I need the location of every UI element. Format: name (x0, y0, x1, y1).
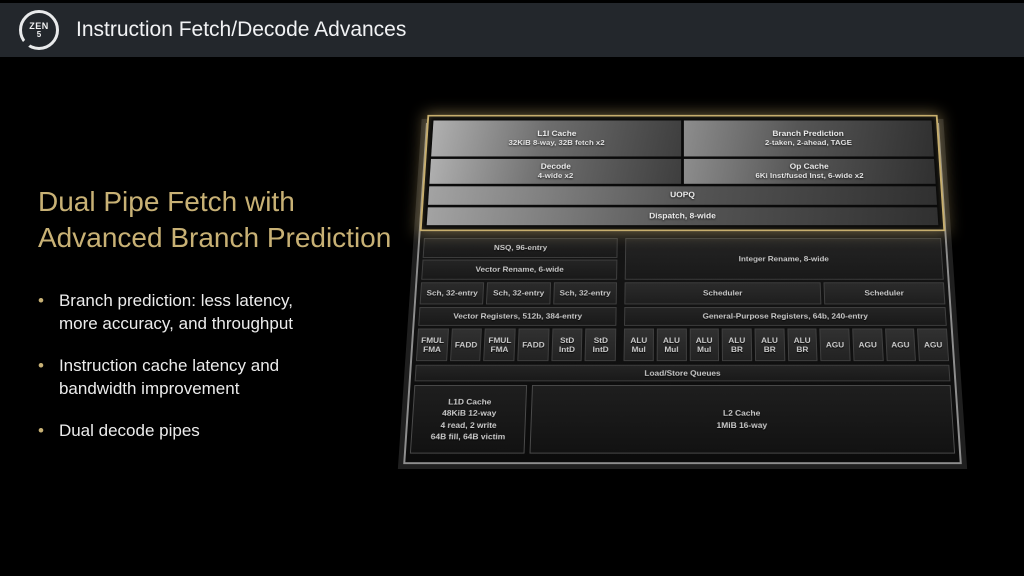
vector-scheduler-row: Sch, 32-entry Sch, 32-entry Sch, 32-entr… (419, 282, 618, 305)
agu-unit: AGU (884, 328, 917, 362)
op-cache-sub: 6Ki Inst/fused Inst, 6-wide x2 (755, 171, 864, 180)
execution-section: NSQ, 96-entry Vector Rename, 6-wide Sch,… (415, 238, 950, 362)
zen5-logo-icon: ZEN 5 (19, 10, 59, 50)
slide-title: Dual Pipe Fetch with Advanced Branch Pre… (38, 186, 392, 253)
diagram-perspective: L1I Cache 32KiB 8-way, 32B fetch x2 Bran… (399, 114, 966, 467)
uopq-block: UOPQ (428, 186, 937, 205)
cache-row: L1D Cache 48KiB 12-way 4 read, 2 write 6… (409, 385, 956, 454)
l2-cache-block: L2 Cache 1MiB 16-way (529, 385, 956, 454)
bullet-item: Instruction cache latency and bandwidth … (38, 355, 293, 400)
std-intd-unit: StD IntD (584, 328, 617, 362)
integer-column: Integer Rename, 8-wide Scheduler Schedul… (623, 238, 950, 362)
gp-registers-block: General-Purpose Registers, 64b, 240-entr… (624, 307, 947, 326)
op-cache-title: Op Cache (789, 162, 829, 171)
fetch-row-1: L1I Cache 32KiB 8-way, 32B fetch x2 Bran… (431, 120, 934, 157)
bullet-item: Branch prediction: less latency, more ac… (38, 290, 293, 335)
l1i-cache-title: L1I Cache (537, 129, 577, 138)
page-title: Instruction Fetch/Decode Advances (76, 18, 407, 41)
decode-title: Decode (540, 162, 572, 171)
alu-br-unit: ALU BR (786, 328, 818, 362)
bullet-list: Branch prediction: less latency, more ac… (38, 290, 293, 463)
integer-units-row: ALU Mul ALU Mul ALU Mul ALU BR ALU BR AL… (623, 328, 950, 362)
l1i-cache-block: L1I Cache 32KiB 8-way, 32B fetch x2 (431, 120, 682, 157)
alu-br-unit: ALU BR (721, 328, 753, 362)
branch-prediction-block: Branch Prediction 2-taken, 2-ahead, TAGE (683, 120, 934, 157)
vector-column: NSQ, 96-entry Vector Rename, 6-wide Sch,… (415, 238, 618, 362)
integer-scheduler-block: Scheduler (823, 282, 946, 305)
fadd-unit: FADD (449, 328, 483, 362)
decode-sub: 4-wide x2 (537, 171, 574, 180)
decode-block: Decode 4-wide x2 (429, 158, 682, 184)
fetch-decode-highlight-section: L1I Cache 32KiB 8-way, 32B fetch x2 Bran… (419, 114, 946, 232)
agu-unit: AGU (917, 328, 950, 362)
dispatch-block: Dispatch, 8-wide (426, 206, 939, 226)
vector-scheduler-block: Sch, 32-entry (552, 282, 618, 305)
bullet-text: Instruction cache latency and bandwidth … (58, 356, 280, 398)
std-intd-unit: StD IntD (551, 328, 583, 362)
nsq-block: NSQ, 96-entry (422, 238, 618, 258)
op-cache-block: Op Cache 6Ki Inst/fused Inst, 6-wide x2 (683, 158, 936, 184)
vector-scheduler-block: Sch, 32-entry (419, 282, 485, 305)
l1i-cache-sub: 32KiB 8-way, 32B fetch x2 (508, 138, 605, 147)
alu-mul-unit: ALU Mul (689, 328, 720, 362)
vector-scheduler-block: Sch, 32-entry (486, 282, 551, 305)
agu-unit: AGU (852, 328, 884, 362)
alu-mul-unit: ALU Mul (623, 328, 654, 362)
bullet-item: Dual decode pipes (38, 420, 293, 443)
bullet-text: Dual decode pipes (58, 421, 200, 440)
logo-text-5: 5 (36, 29, 42, 39)
load-store-queues-block: Load/Store Queues (414, 364, 951, 382)
vector-rename-block: Vector Rename, 6-wide (421, 259, 618, 280)
fmul-fma-unit: FMUL FMA (483, 328, 516, 362)
alu-br-unit: ALU BR (754, 328, 785, 362)
integer-scheduler-block: Scheduler (624, 282, 822, 305)
fmul-fma-unit: FMUL FMA (415, 328, 449, 362)
integer-scheduler-row: Scheduler Scheduler (624, 282, 946, 305)
vector-registers-block: Vector Registers, 512b, 384-entry (418, 307, 617, 326)
fadd-unit: FADD (517, 328, 550, 362)
alu-mul-unit: ALU Mul (656, 328, 687, 362)
integer-rename-block: Integer Rename, 8-wide (624, 238, 944, 280)
agu-unit: AGU (819, 328, 851, 362)
bullet-text: Branch prediction: less latency, more ac… (58, 291, 293, 333)
l1d-cache-block: L1D Cache 48KiB 12-way 4 read, 2 write 6… (409, 385, 527, 454)
dispatch-label: Dispatch, 8-wide (649, 211, 716, 220)
uopq-label: UOPQ (670, 190, 695, 200)
branch-prediction-sub: 2-taken, 2-ahead, TAGE (764, 138, 853, 147)
header-bar: ZEN 5 Instruction Fetch/Decode Advances (0, 3, 1024, 57)
branch-prediction-title: Branch Prediction (772, 129, 844, 138)
core-architecture-diagram: L1I Cache 32KiB 8-way, 32B fetch x2 Bran… (399, 67, 966, 467)
vector-units-row: FMUL FMA FADD FMUL FMA FADD StD IntD StD… (415, 328, 617, 362)
fetch-row-2: Decode 4-wide x2 Op Cache 6Ki Inst/fused… (429, 158, 936, 184)
